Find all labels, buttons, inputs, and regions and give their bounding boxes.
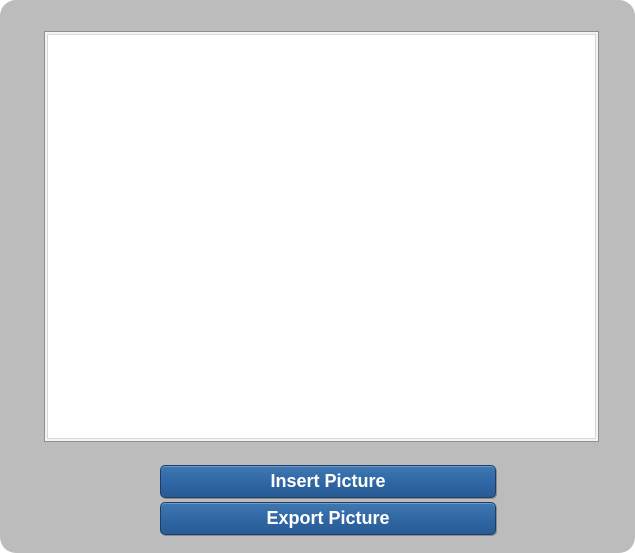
- editor-panel: Insert Picture Export Picture: [0, 0, 635, 553]
- picture-canvas[interactable]: [47, 34, 596, 439]
- export-picture-button[interactable]: Export Picture: [160, 502, 496, 535]
- insert-picture-button[interactable]: Insert Picture: [160, 465, 496, 498]
- canvas-frame: [44, 31, 599, 442]
